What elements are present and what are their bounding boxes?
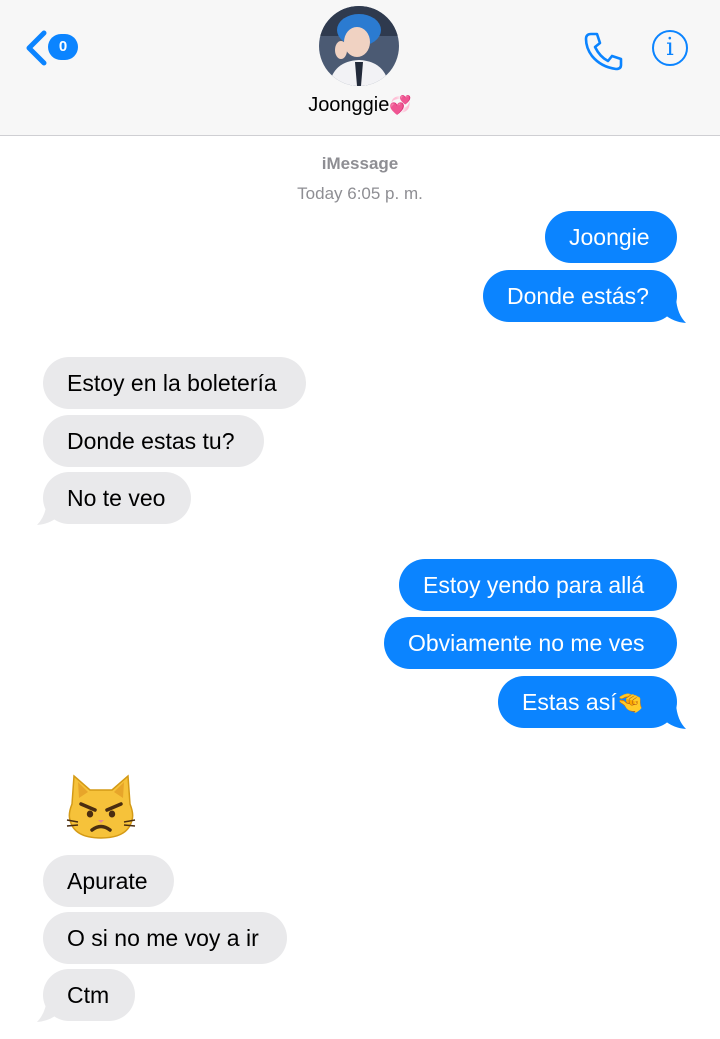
contact-name-text: Joonggie (308, 94, 390, 116)
received-message-bubble[interactable]: Estoy en la boletería (43, 357, 306, 409)
conversation-timestamp: Today 6:05 p. m. (297, 184, 423, 203)
sent-message-bubble[interactable]: Estoy yendo para allá (399, 559, 677, 611)
service-label: iMessage (321, 154, 399, 173)
phone-icon (584, 32, 623, 71)
chevron-left-icon (26, 30, 47, 66)
message-text: Obviamente no me ves (408, 630, 645, 656)
received-bubble-tail (37, 500, 59, 525)
received-message-bubble[interactable]: No te veo (43, 472, 191, 524)
message-text: Estas así (522, 689, 617, 715)
pinching-hand-icon: 🤏 (616, 690, 645, 715)
message-text: Estoy yendo para allá (423, 572, 645, 598)
message-text: Joongie (569, 224, 650, 250)
avatar-photo (319, 6, 399, 86)
received-message-bubble[interactable]: Donde estas tu? (43, 415, 264, 467)
info-icon: i (666, 33, 674, 61)
received-message-bubble[interactable]: Apurate (43, 855, 174, 907)
pouting-cat-icon[interactable] (64, 770, 138, 844)
sent-message-bubble[interactable]: Joongie (545, 211, 677, 263)
back-button[interactable]: 0 (24, 28, 84, 68)
contact-avatar[interactable] (319, 6, 399, 86)
message-text: Ctm (67, 982, 110, 1008)
sent-message-bubble[interactable]: Donde estás? (483, 270, 677, 322)
sent-message-bubble[interactable]: Obviamente no me ves (384, 617, 677, 669)
message-text: No te veo (67, 485, 166, 511)
info-button[interactable]: i (652, 30, 688, 66)
message-text: O si no me voy a ir (67, 925, 259, 951)
message-text: Estoy en la boletería (67, 370, 277, 396)
unread-count-badge: 0 (48, 34, 78, 60)
received-message-bubble[interactable]: O si no me voy a ir (43, 912, 287, 964)
two-hearts-icon: 💞 (389, 95, 412, 115)
contact-name[interactable]: Joonggie💞 (0, 94, 720, 117)
sent-bubble-tail (664, 298, 686, 323)
message-text: Donde estas tu? (67, 428, 235, 454)
sent-message-bubble[interactable]: Estas así🤏 (498, 676, 677, 728)
sent-bubble-tail (664, 704, 686, 729)
received-bubble-tail (37, 997, 59, 1022)
message-text: Apurate (67, 868, 148, 894)
message-text: Donde estás? (507, 283, 649, 309)
call-button[interactable] (582, 30, 624, 72)
conversation-header: 0 Joonggie💞 i (0, 0, 720, 136)
